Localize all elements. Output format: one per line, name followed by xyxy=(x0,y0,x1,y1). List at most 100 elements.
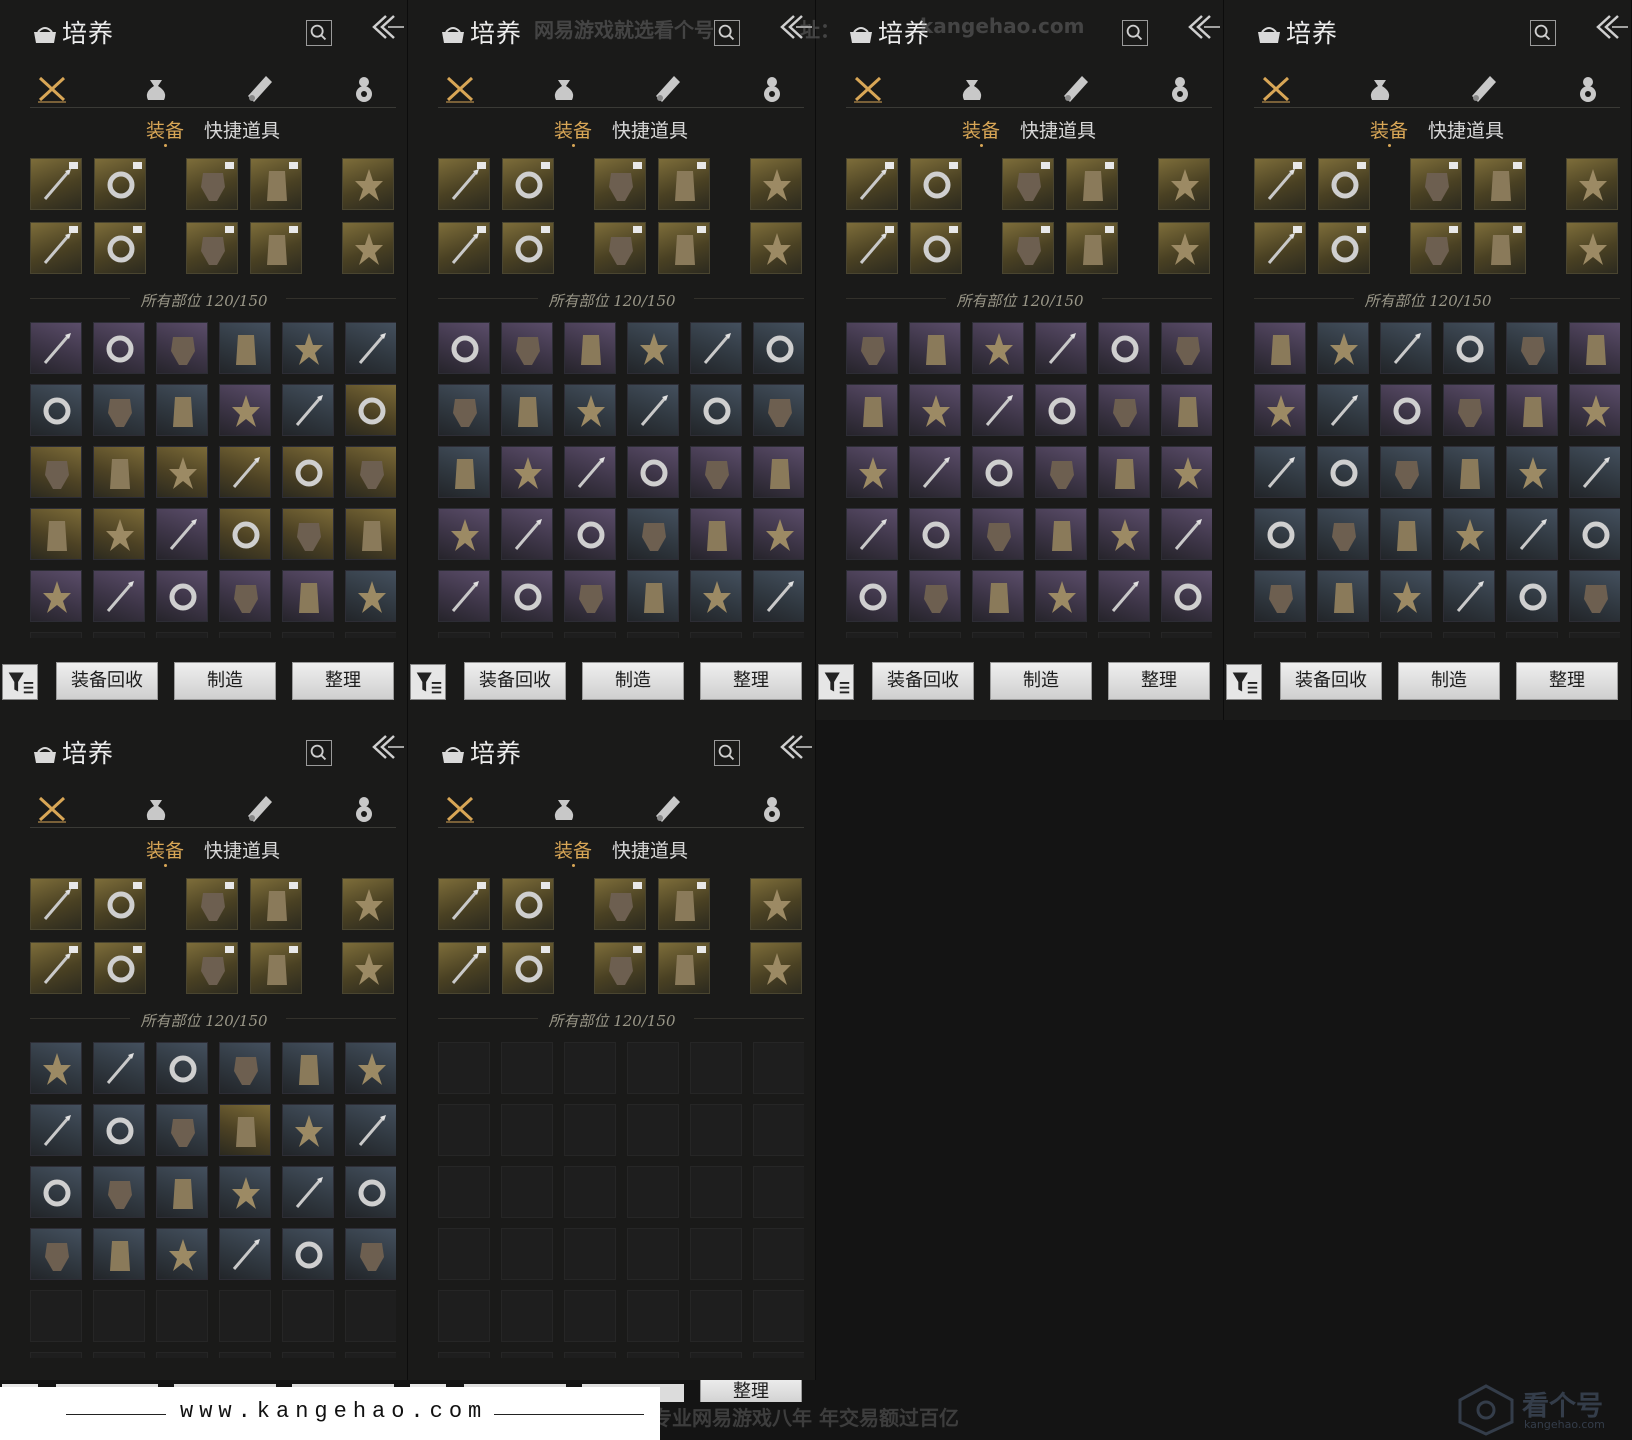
equipped-slot[interactable] xyxy=(750,878,802,930)
empty-slot[interactable] xyxy=(345,632,396,638)
inventory-item[interactable] xyxy=(564,384,616,436)
inventory-item[interactable] xyxy=(627,570,679,622)
empty-slot[interactable] xyxy=(219,1290,271,1342)
inventory-item[interactable] xyxy=(909,322,961,374)
empty-slot[interactable] xyxy=(93,632,145,638)
empty-slot[interactable] xyxy=(156,1290,208,1342)
equipped-slot[interactable] xyxy=(846,158,898,210)
inventory-item[interactable] xyxy=(1098,446,1150,498)
empty-slot[interactable] xyxy=(627,1042,679,1094)
inventory-item[interactable] xyxy=(282,1042,334,1094)
inventory-item[interactable] xyxy=(93,384,145,436)
inventory-item[interactable] xyxy=(1098,384,1150,436)
empty-slot[interactable] xyxy=(753,1228,804,1280)
inventory-item[interactable] xyxy=(219,1166,271,1218)
crossed-swords-icon[interactable] xyxy=(36,794,68,824)
inventory-item[interactable] xyxy=(1254,384,1306,436)
inventory-item[interactable] xyxy=(690,322,742,374)
empty-slot[interactable] xyxy=(282,1290,334,1342)
inventory-item[interactable] xyxy=(93,322,145,374)
equipped-slot[interactable] xyxy=(502,878,554,930)
search-button[interactable] xyxy=(714,20,740,46)
inventory-item[interactable] xyxy=(1443,384,1495,436)
inventory-item[interactable] xyxy=(30,1166,82,1218)
craft-button[interactable]: 制造 xyxy=(174,662,276,700)
inventory-item[interactable] xyxy=(1254,508,1306,560)
inventory-item[interactable] xyxy=(156,322,208,374)
inventory-item[interactable] xyxy=(1569,508,1620,560)
inventory-item[interactable] xyxy=(219,1104,271,1156)
inventory-item[interactable] xyxy=(438,508,490,560)
equipped-slot[interactable] xyxy=(30,878,82,930)
tab-equipment[interactable]: 装备 xyxy=(146,116,184,147)
empty-slot[interactable] xyxy=(564,1104,616,1156)
equipped-slot[interactable] xyxy=(910,222,962,274)
tab-quick-items[interactable]: 快捷道具 xyxy=(204,116,280,143)
inventory-item[interactable] xyxy=(93,1042,145,1094)
empty-slot[interactable] xyxy=(345,1290,396,1342)
empty-slot[interactable] xyxy=(627,1352,679,1358)
equipped-slot[interactable] xyxy=(502,158,554,210)
gourd-icon[interactable] xyxy=(348,74,380,104)
equipped-slot[interactable] xyxy=(594,878,646,930)
empty-slot[interactable] xyxy=(501,1290,553,1342)
empty-slot[interactable] xyxy=(690,1228,742,1280)
crossed-swords-icon[interactable] xyxy=(1260,74,1292,104)
search-button[interactable] xyxy=(306,740,332,766)
equipped-slot[interactable] xyxy=(1066,158,1118,210)
collapse-back-icon[interactable] xyxy=(774,12,814,42)
empty-slot[interactable] xyxy=(438,1042,490,1094)
inventory-item[interactable] xyxy=(156,1042,208,1094)
inventory-item[interactable] xyxy=(1098,322,1150,374)
inventory-item[interactable] xyxy=(501,508,553,560)
equipped-slot[interactable] xyxy=(30,158,82,210)
equipped-slot[interactable] xyxy=(94,222,146,274)
empty-slot[interactable] xyxy=(501,632,553,638)
inventory-item[interactable] xyxy=(627,446,679,498)
tab-quick-items[interactable]: 快捷道具 xyxy=(612,116,688,143)
inventory-item[interactable] xyxy=(219,1042,271,1094)
inventory-item[interactable] xyxy=(156,1166,208,1218)
inventory-item[interactable] xyxy=(1443,446,1495,498)
empty-slot[interactable] xyxy=(438,1166,490,1218)
inventory-item[interactable] xyxy=(345,1228,396,1280)
inventory-item[interactable] xyxy=(345,1104,396,1156)
inventory-item[interactable] xyxy=(282,570,334,622)
inventory-item[interactable] xyxy=(1035,384,1087,436)
inventory-item[interactable] xyxy=(1506,570,1558,622)
equipped-slot[interactable] xyxy=(594,942,646,994)
inventory-item[interactable] xyxy=(690,446,742,498)
inventory-item[interactable] xyxy=(282,446,334,498)
search-button[interactable] xyxy=(1122,20,1148,46)
inventory-item[interactable] xyxy=(93,570,145,622)
filter-button[interactable] xyxy=(410,664,446,700)
inventory-item[interactable] xyxy=(282,508,334,560)
equipped-slot[interactable] xyxy=(342,878,394,930)
equipped-slot[interactable] xyxy=(1254,158,1306,210)
inventory-item[interactable] xyxy=(690,384,742,436)
gourd-icon[interactable] xyxy=(756,794,788,824)
crossed-swords-icon[interactable] xyxy=(852,74,884,104)
collapse-back-icon[interactable] xyxy=(1590,12,1630,42)
inventory-item[interactable] xyxy=(345,1042,396,1094)
inventory-item[interactable] xyxy=(627,322,679,374)
inventory-item[interactable] xyxy=(1443,570,1495,622)
inventory-item[interactable] xyxy=(1380,570,1432,622)
crossed-swords-icon[interactable] xyxy=(444,794,476,824)
search-button[interactable] xyxy=(306,20,332,46)
inventory-item[interactable] xyxy=(282,1104,334,1156)
search-button[interactable] xyxy=(1530,20,1556,46)
equipped-slot[interactable] xyxy=(1474,222,1526,274)
equipped-slot[interactable] xyxy=(186,158,238,210)
inventory-item[interactable] xyxy=(156,384,208,436)
filter-button[interactable] xyxy=(2,664,38,700)
inventory-item[interactable] xyxy=(972,446,1024,498)
empty-slot[interactable] xyxy=(501,1166,553,1218)
sort-button[interactable]: 整理 xyxy=(1108,662,1210,700)
inventory-item[interactable] xyxy=(564,508,616,560)
inventory-item[interactable] xyxy=(1506,446,1558,498)
tab-quick-items[interactable]: 快捷道具 xyxy=(1020,116,1096,143)
empty-slot[interactable] xyxy=(501,1352,553,1358)
equipped-slot[interactable] xyxy=(1566,158,1618,210)
collapse-back-icon[interactable] xyxy=(1182,12,1222,42)
